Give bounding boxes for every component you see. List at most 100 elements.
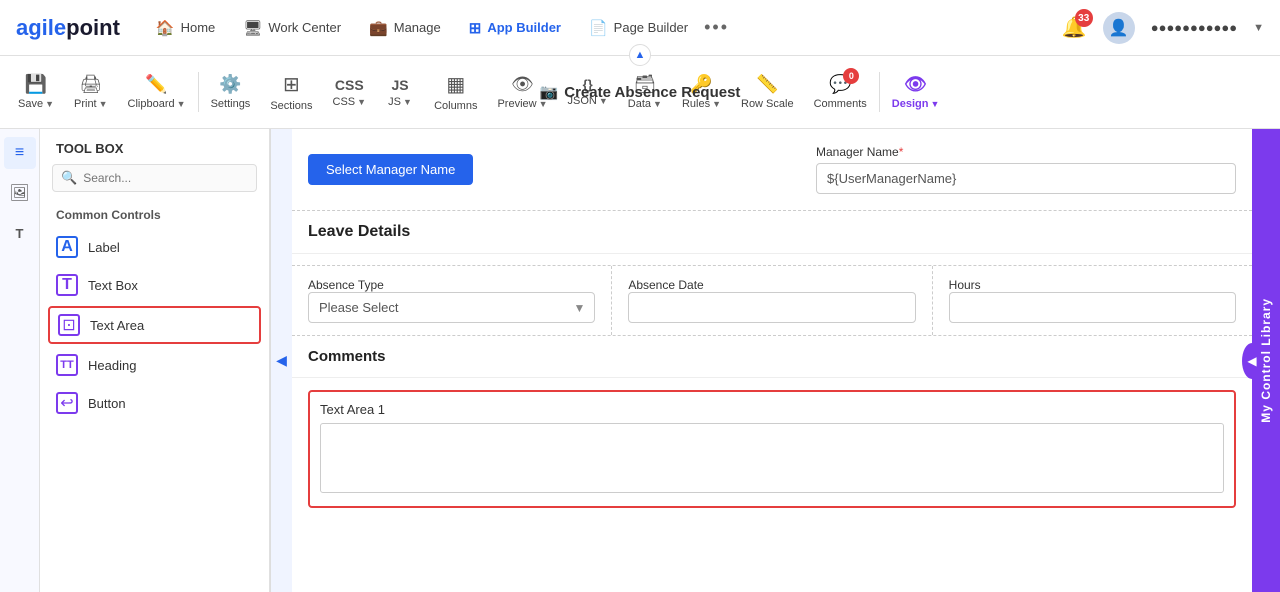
css-icon: CSS xyxy=(335,77,364,93)
user-avatar[interactable]: 👤 xyxy=(1103,12,1135,44)
css-label: CSS xyxy=(333,96,356,108)
comments-label: Comments xyxy=(814,98,867,110)
toolbox-item-text-area[interactable]: ⊡ Text Area xyxy=(48,306,261,344)
page-icon: 📄 xyxy=(589,19,608,37)
absence-date-label: Absence Date xyxy=(628,278,915,292)
toolbar-clipboard[interactable]: ✏️ Clipboard ▼ xyxy=(118,66,196,118)
form-title: Create Absence Request xyxy=(564,84,740,101)
search-icon: 🔍 xyxy=(61,170,77,186)
toolbar-js[interactable]: JS JS ▼ xyxy=(376,69,424,116)
select-manager-button[interactable]: Select Manager Name xyxy=(308,154,473,185)
toolbar-items: 💾 Save ▼ 🖨 Print ▼ ✏️ Clipboard ▼ xyxy=(8,64,949,120)
toolbox-item-heading[interactable]: TT Heading xyxy=(40,346,269,384)
toolbar-comments[interactable]: 💬 0 Comments xyxy=(804,66,877,118)
toolbar-save[interactable]: 💾 Save ▼ xyxy=(8,66,64,118)
row-scale-icon: 📏 xyxy=(756,74,778,95)
nav-item-home[interactable]: 🏠 Home xyxy=(144,13,227,43)
text-area-input[interactable] xyxy=(320,423,1224,493)
absence-type-select[interactable]: Please Select xyxy=(308,292,595,323)
briefcase-icon: 💼 xyxy=(369,19,388,37)
toolbar-separator-1 xyxy=(198,72,199,112)
text-area-container: Text Area 1 xyxy=(308,390,1236,508)
toolbar-settings[interactable]: ⚙️ Settings xyxy=(201,66,261,118)
sections-label: Sections xyxy=(270,100,312,112)
label-icon: A xyxy=(56,236,78,258)
print-icon: 🖨 xyxy=(79,74,102,95)
user-name[interactable]: ●●●●●●●●●●● xyxy=(1151,20,1237,35)
manager-name-input[interactable] xyxy=(816,163,1236,194)
main-layout: ≡ 🖼 T TOOL BOX 🔍 Common Controls A Label… xyxy=(0,129,1280,592)
settings-label: Settings xyxy=(211,98,251,110)
nav-items: 🏠 Home 🖥 Work Center 💼 Manage ⊞ App Buil… xyxy=(144,13,1038,43)
collapse-toolbox-button[interactable]: ◀ xyxy=(270,129,292,592)
absence-date-col: Absence Date xyxy=(612,266,932,335)
sidebar-icon-list[interactable]: ≡ xyxy=(4,137,36,169)
text-area-label: Text Area 1 xyxy=(320,402,1224,417)
right-panel-label: My Control Library xyxy=(1259,298,1273,423)
logo-text: agilepoint xyxy=(16,15,120,41)
button-icon: ↩ xyxy=(56,392,78,414)
absence-type-label: Absence Type xyxy=(308,278,595,292)
clipboard-label: Clipboard xyxy=(128,98,175,110)
collapse-button[interactable]: ▲ xyxy=(629,44,651,66)
print-label: Print xyxy=(74,98,97,110)
toolbox-search-input[interactable] xyxy=(83,171,248,185)
chevron-up-icon: ▲ xyxy=(635,49,646,61)
sidebar-icon-tag[interactable]: T xyxy=(4,217,36,249)
nav-item-app-builder[interactable]: ⊞ App Builder xyxy=(457,13,573,43)
home-icon: 🏠 xyxy=(156,19,175,37)
text-box-icon: T xyxy=(56,274,78,296)
hours-input[interactable] xyxy=(949,292,1236,323)
nav-item-work-center-label: Work Center xyxy=(268,20,341,35)
settings-icon: ⚙️ xyxy=(219,74,241,95)
manager-section: Select Manager Name Manager Name* xyxy=(292,129,1252,211)
nav-item-work-center[interactable]: 🖥 Work Center xyxy=(231,13,353,43)
hours-col: Hours xyxy=(933,266,1252,335)
nav-right: 🔔 33 👤 ●●●●●●●●●●● ▼ xyxy=(1062,12,1264,44)
toolbox-item-button-text: Button xyxy=(88,396,126,411)
grid-icon: ⊞ xyxy=(469,19,482,37)
required-indicator: * xyxy=(899,145,904,159)
toolbox-panel: TOOL BOX 🔍 Common Controls A Label T Tex… xyxy=(40,129,270,592)
comments-badge: 0 xyxy=(843,68,859,84)
more-menu[interactable]: ••• xyxy=(704,17,729,38)
toolbox-search-wrapper: 🔍 xyxy=(52,164,257,192)
logo[interactable]: agilepoint xyxy=(16,15,120,41)
columns-icon: ▦ xyxy=(446,72,465,97)
toolbox-item-text-area-text: Text Area xyxy=(90,318,144,333)
toolbar-sections[interactable]: ⊞ Sections xyxy=(260,64,322,120)
right-panel[interactable]: ◀ My Control Library xyxy=(1252,129,1280,592)
sidebar-icon-image[interactable]: 🖼 xyxy=(4,177,36,209)
nav-item-manage[interactable]: 💼 Manage xyxy=(357,13,453,43)
save-icon: 💾 xyxy=(25,74,47,95)
nav-item-app-builder-label: App Builder xyxy=(487,20,561,35)
toolbar-columns[interactable]: ▦ Columns xyxy=(424,64,487,120)
toolbox-header: TOOL BOX xyxy=(40,129,269,164)
toolbox-item-heading-text: Heading xyxy=(88,358,136,373)
form-canvas: Select Manager Name Manager Name* Leave … xyxy=(292,129,1252,592)
toolbox-item-label[interactable]: A Label xyxy=(40,228,269,266)
toolbar-css[interactable]: CSS CSS ▼ xyxy=(323,69,377,116)
toolbox-item-button[interactable]: ↩ Button xyxy=(40,384,269,422)
nav-item-page-builder-label: Page Builder xyxy=(614,20,688,35)
toolbox-item-text-box[interactable]: T Text Box xyxy=(40,266,269,304)
user-dropdown-icon[interactable]: ▼ xyxy=(1253,22,1264,34)
nav-item-page-builder[interactable]: 📄 Page Builder xyxy=(577,13,700,43)
monitor-icon: 🖥 xyxy=(243,19,262,37)
clipboard-icon: ✏️ xyxy=(145,74,167,95)
text-area-icon: ⊡ xyxy=(58,314,80,336)
toolbar-design[interactable]: 👁 Design ▼ xyxy=(882,66,950,118)
heading-icon: TT xyxy=(56,354,78,376)
comments-section-header: Comments xyxy=(292,336,1252,378)
absence-date-input[interactable] xyxy=(628,292,915,323)
section-spacer xyxy=(292,254,1252,266)
form-row-absence: Absence Type Please Select ▼ Absence Dat… xyxy=(292,266,1252,336)
notification-badge: 33 xyxy=(1075,9,1093,27)
nav-item-home-label: Home xyxy=(181,20,216,35)
notification-button[interactable]: 🔔 33 xyxy=(1062,15,1087,40)
toolbar-print[interactable]: 🖨 Print ▼ xyxy=(64,66,118,118)
hours-label: Hours xyxy=(949,278,1236,292)
toolbar-row-scale[interactable]: 📏 Row Scale xyxy=(731,66,804,118)
absence-type-col: Absence Type Please Select ▼ xyxy=(292,266,612,335)
design-icon: 👁 xyxy=(904,74,927,95)
